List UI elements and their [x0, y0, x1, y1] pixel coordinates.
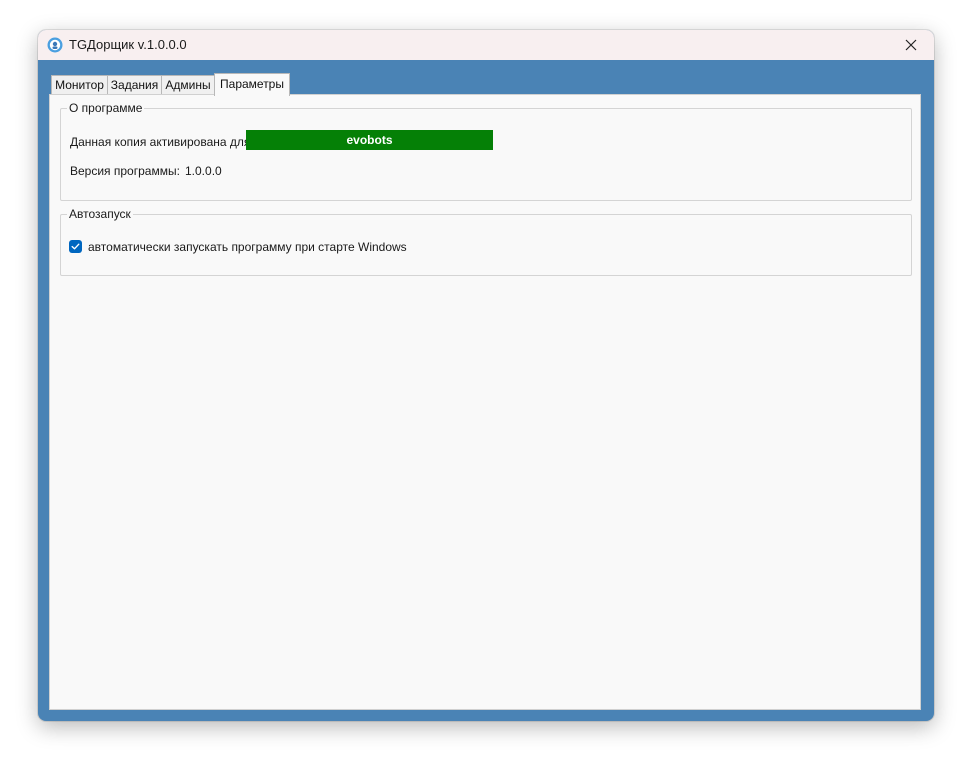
autostart-legend: Автозапуск — [67, 207, 133, 221]
about-groupbox: О программе Данная копия активирована дл… — [60, 101, 912, 201]
tab-admins[interactable]: Админы — [161, 75, 215, 95]
activated-label: Данная копия активирована для — [70, 135, 251, 149]
about-legend: О программе — [67, 101, 145, 115]
checkmark-icon — [71, 243, 80, 250]
version-label: Версия программы: — [70, 164, 180, 178]
tab-parameters[interactable]: Параметры — [214, 73, 290, 96]
autostart-groupbox: Автозапуск автоматически запускать прогр… — [60, 207, 912, 276]
version-value: 1.0.0.0 — [185, 164, 222, 178]
autostart-checkbox-label[interactable]: автоматически запускать программу при ст… — [88, 240, 407, 254]
app-logo-icon — [47, 37, 63, 53]
tab-tasks[interactable]: Задания — [107, 75, 162, 95]
licensee-badge: evobots — [246, 130, 493, 150]
title-bar[interactable]: TGДорщик v.1.0.0.0 — [38, 30, 934, 60]
tab-monitor[interactable]: Монитор — [51, 75, 108, 95]
app-window: TGДорщик v.1.0.0.0 Монитор Задания Админ… — [38, 30, 934, 721]
close-icon — [905, 39, 917, 51]
window-title: TGДорщик v.1.0.0.0 — [69, 37, 187, 52]
parameters-panel: О программе Данная копия активирована дл… — [49, 94, 921, 710]
close-button[interactable] — [888, 30, 934, 60]
autostart-checkbox[interactable] — [69, 240, 82, 253]
